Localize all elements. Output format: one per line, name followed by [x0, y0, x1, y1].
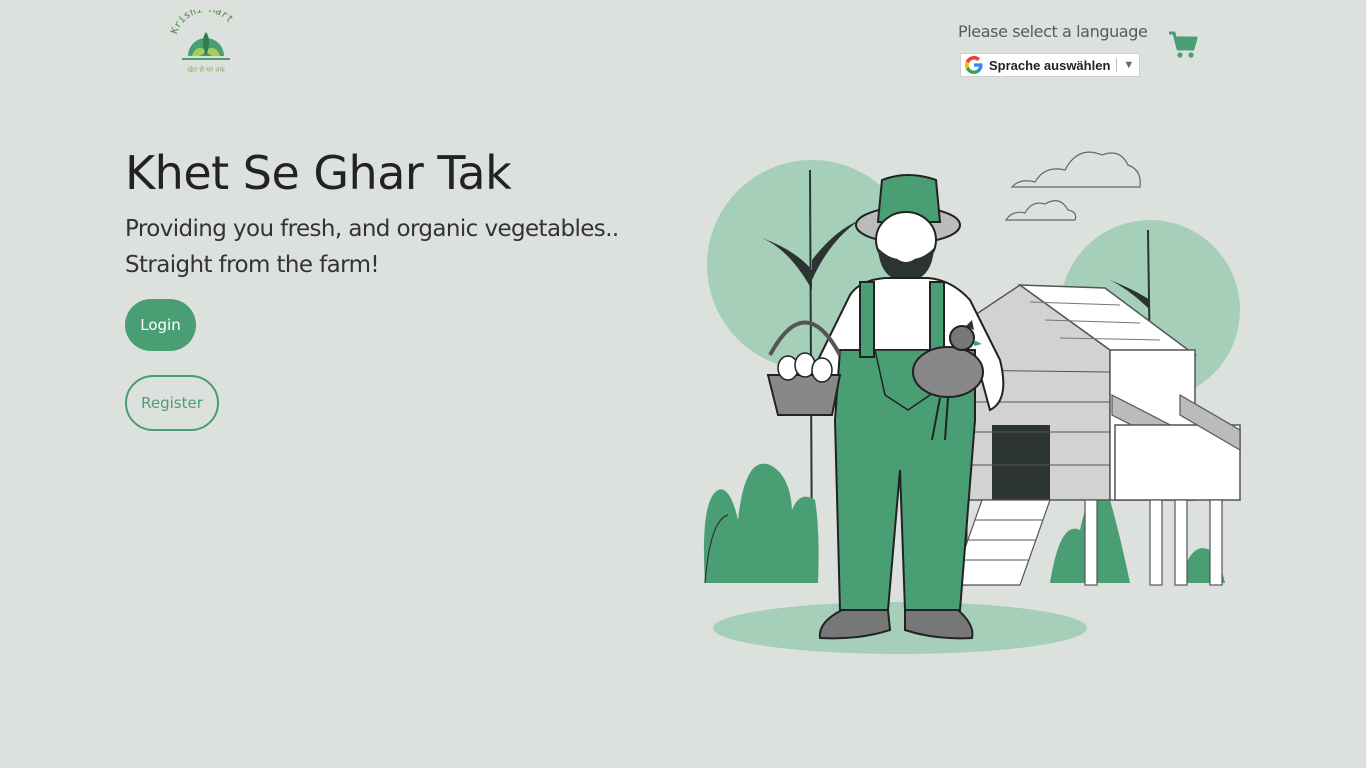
logo-top-text: Krishi Mart [169, 4, 235, 36]
site-logo[interactable]: Krishi Mart खेत से घर तक [168, 4, 244, 78]
language-select-label: Sprache auswählen [989, 57, 1111, 73]
hero-subtitle: Providing you fresh, and organic vegetab… [125, 211, 645, 283]
login-button[interactable]: Login [125, 299, 196, 351]
logo-bottom-text: खेत से घर तक [187, 65, 225, 74]
google-icon [965, 56, 983, 74]
farmer-illustration [700, 140, 1245, 660]
dropdown-arrow-icon: ▼ [1123, 59, 1135, 71]
hero-title: Khet Se Ghar Tak [125, 146, 512, 200]
select-divider [1116, 58, 1118, 72]
hero-subtitle-line2: Straight from the farm! [125, 252, 380, 278]
hero-subtitle-line1: Providing you fresh, and organic vegetab… [125, 216, 619, 242]
register-button[interactable]: Register [125, 375, 219, 431]
language-select[interactable]: Sprache auswählen ▼ [960, 53, 1140, 77]
svg-text:Krishi Mart: Krishi Mart [169, 10, 235, 36]
language-prompt: Please select a language [958, 22, 1148, 41]
shopping-cart-icon[interactable] [1168, 31, 1198, 59]
